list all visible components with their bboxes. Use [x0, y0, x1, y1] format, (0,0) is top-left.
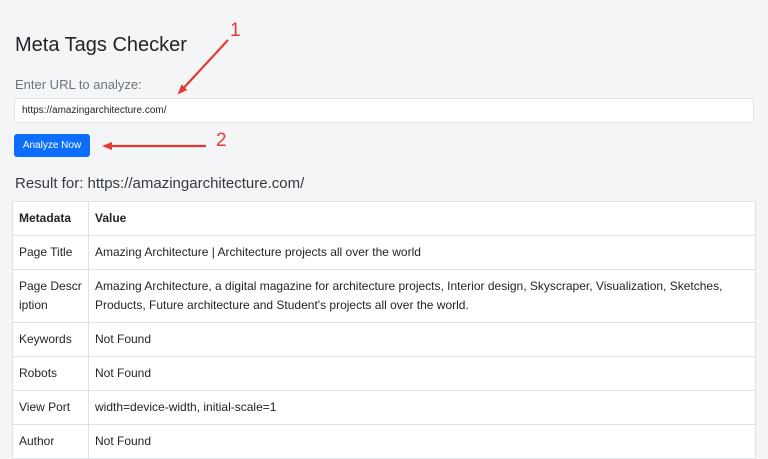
row-value: Not Found — [88, 424, 756, 459]
meta-tags-checker-page: Meta Tags Checker Enter URL to analyze: … — [0, 0, 768, 459]
page-title: Meta Tags Checker — [15, 34, 187, 56]
header-metadata: Metadata — [12, 201, 89, 236]
annotation-number-1: 1 — [230, 20, 241, 41]
row-value: Amazing Architecture | Architecture proj… — [88, 235, 756, 270]
table-row: Page Title Amazing Architecture | Archit… — [12, 235, 756, 270]
table-header-row: Metadata Value — [12, 201, 756, 236]
row-value: Amazing Architecture, a digital magazine… — [88, 269, 756, 323]
row-key: Keywords — [12, 322, 89, 357]
row-value: Not Found — [88, 322, 756, 357]
table-row: Robots Not Found — [12, 356, 756, 391]
row-key: View Port — [12, 390, 89, 425]
annotation-number-2: 2 — [216, 130, 227, 151]
row-key: Robots — [12, 356, 89, 391]
header-value: Value — [88, 201, 756, 236]
table-row: View Port width=device-width, initial-sc… — [12, 390, 756, 425]
url-label: Enter URL to analyze: — [15, 77, 142, 92]
url-input[interactable] — [14, 98, 754, 123]
table-row: Keywords Not Found — [12, 322, 756, 357]
analyze-now-button[interactable]: Analyze Now — [14, 134, 90, 157]
table-row: Author Not Found — [12, 424, 756, 459]
row-value: Not Found — [88, 356, 756, 391]
row-key: Author — [12, 424, 89, 459]
table-row: Page Description Amazing Architecture, a… — [12, 269, 756, 323]
meta-tags-table: Metadata Value Page Title Amazing Archit… — [12, 201, 756, 459]
result-heading: Result for: https://amazingarchitecture.… — [15, 175, 305, 192]
row-value: width=device-width, initial-scale=1 — [88, 390, 756, 425]
row-key: Page Title — [12, 235, 89, 270]
row-key: Page Description — [12, 269, 89, 323]
